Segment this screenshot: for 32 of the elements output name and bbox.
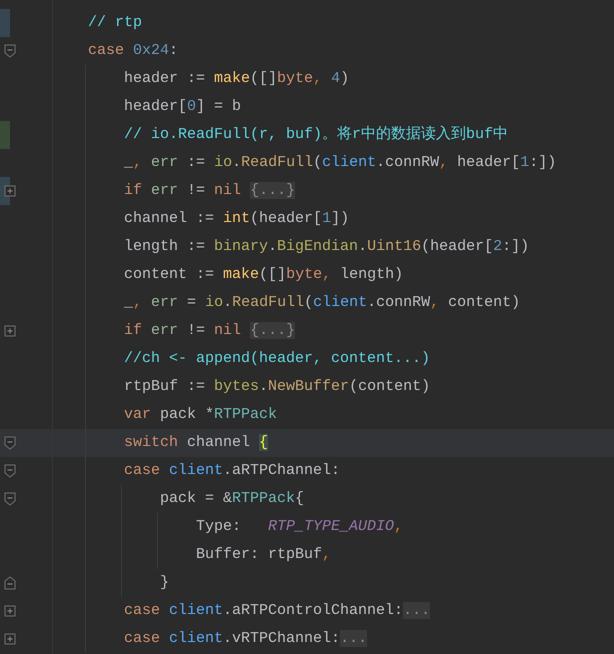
fold-expand-icon[interactable] xyxy=(4,325,16,337)
code-line: channel := int(header[1]) xyxy=(123,209,350,229)
code-line: } xyxy=(159,573,170,593)
code-line: Buffer: rtpBuf, xyxy=(195,545,332,565)
fold-end-icon[interactable] xyxy=(4,576,16,590)
fold-expand-icon[interactable] xyxy=(4,185,16,197)
code-line: case 0x24: xyxy=(87,41,178,61)
code-line: if err != nil {...} xyxy=(123,321,296,341)
code-line: Type: RTP_TYPE_AUDIO, xyxy=(195,517,404,537)
code-line: pack = &RTPPack{ xyxy=(159,489,304,509)
code-line: length := binary.BigEndian.Uint16(header[2:]) xyxy=(123,237,530,257)
code-line: case client.aRTPControlChannel:... xyxy=(123,601,430,621)
code-line: // rtp xyxy=(87,13,142,33)
code-line: // io.ReadFull(r, buf)。将r中的数据读入到buf中 xyxy=(123,125,508,145)
code-line: _, err = io.ReadFull(client.connRW, content) xyxy=(123,293,520,313)
fold-collapse-icon[interactable] xyxy=(4,492,16,506)
code-line: rtpBuf := bytes.NewBuffer(content) xyxy=(123,377,430,397)
code-line: header := make([]byte, 4) xyxy=(123,69,350,89)
fold-collapse-icon[interactable] xyxy=(4,464,16,478)
code-line: //ch <- append(header, content...) xyxy=(123,349,430,369)
code-line: case client.aRTPChannel: xyxy=(123,461,340,481)
code-line: content := make([]byte, length) xyxy=(123,265,404,285)
fold-expand-icon[interactable] xyxy=(4,605,16,617)
code-line: var pack *RTPPack xyxy=(123,405,278,425)
code-line: _, err := io.ReadFull(client.connRW, header[1:]) xyxy=(123,153,556,173)
fold-collapse-icon[interactable] xyxy=(4,44,16,58)
code-line: case client.vRTPChannel:... xyxy=(123,629,368,649)
code-line: switch channel { xyxy=(123,433,268,453)
fold-expand-icon[interactable] xyxy=(4,633,16,645)
code-line: header[0] = b xyxy=(123,97,242,117)
fold-collapse-icon[interactable] xyxy=(4,436,16,450)
code-line: if err != nil {...} xyxy=(123,181,296,201)
